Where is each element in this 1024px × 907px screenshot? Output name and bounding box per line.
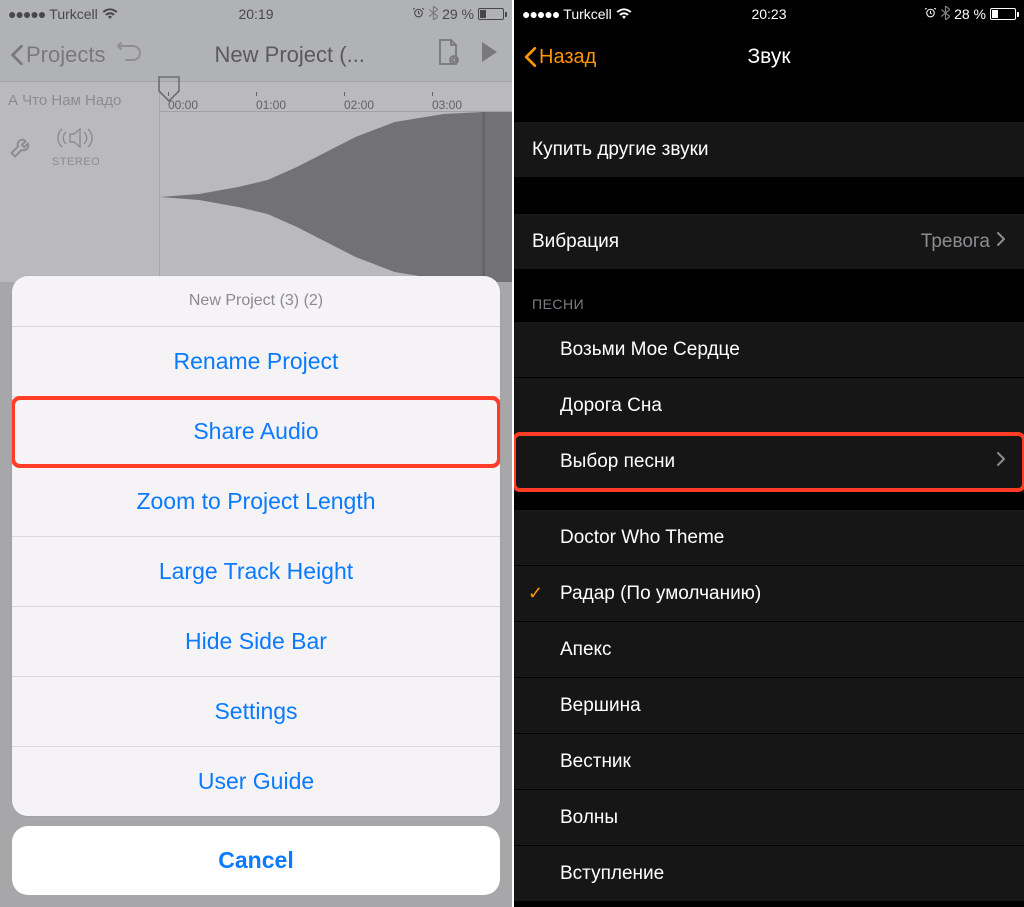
ruler-tick: 02:00	[344, 92, 374, 112]
row-value: Тревога	[921, 231, 990, 253]
signal-dots-icon: ●●●●●	[8, 6, 45, 22]
ringtone-row[interactable]: Doctor Who Theme	[514, 510, 1024, 566]
ringtone-row[interactable]: Волны	[514, 790, 1024, 846]
ringtone-row[interactable]: ✓Радар (По умолчанию)	[514, 566, 1024, 622]
status-bar: ●●●●● Turkcell 20:19 29 %	[0, 0, 512, 28]
sheet-item[interactable]: Zoom to Project Length	[12, 467, 500, 537]
chevron-right-icon	[996, 451, 1006, 473]
row-label: Вступление	[532, 863, 1006, 885]
row-label: Doctor Who Theme	[532, 527, 1006, 549]
row-label: Возьми Мое Сердце	[532, 339, 1006, 361]
track-area[interactable]: 00:00 01:00 02:00 03:00	[160, 82, 512, 282]
back-label: Назад	[539, 46, 596, 69]
ringtone-row[interactable]: Вершина	[514, 678, 1024, 734]
battery-percent: 29 %	[442, 6, 474, 22]
buy-sounds-row[interactable]: Купить другие звуки	[514, 122, 1024, 178]
project-title: New Project (...	[149, 42, 430, 68]
sheet-item[interactable]: Large Track Height	[12, 537, 500, 607]
action-sheet: New Project (3) (2) Rename ProjectShare …	[12, 276, 500, 895]
row-label: Дорога Сна	[532, 395, 1006, 417]
song-row[interactable]: Дорога Сна	[514, 378, 1024, 434]
carrier-label: Turkcell	[563, 6, 612, 22]
row-label: Вибрация	[532, 231, 921, 253]
waveform	[160, 112, 512, 282]
row-label: Волны	[532, 807, 1006, 829]
ringtone-row[interactable]: Вступление	[514, 846, 1024, 902]
sheet-item[interactable]: Share Audio	[12, 397, 500, 467]
battery-icon	[478, 8, 504, 20]
row-label: Вершина	[532, 695, 1006, 717]
alarm-icon	[924, 6, 937, 22]
check-icon: ✓	[528, 583, 543, 604]
row-label: Апекс	[532, 639, 1006, 661]
stereo-label: STEREO	[52, 156, 100, 168]
signal-dots-icon: ●●●●●	[522, 6, 559, 22]
ruler-tick: 00:00	[168, 92, 198, 112]
track-sidebar: А Что Нам Надо STEREO	[0, 82, 160, 282]
project-settings-icon[interactable]	[436, 38, 460, 71]
sheet-item[interactable]: Settings	[12, 677, 500, 747]
phone-right: ●●●●● Turkcell 20:23 28 % Назад Звук	[512, 0, 1024, 907]
chevron-right-icon	[996, 231, 1006, 253]
bluetooth-icon	[429, 6, 438, 23]
status-bar: ●●●●● Turkcell 20:23 28 %	[514, 0, 1024, 28]
track-name: А Что Нам Надо	[8, 92, 151, 109]
ringtone-row[interactable]: Апекс	[514, 622, 1024, 678]
time-ruler: 00:00 01:00 02:00 03:00	[160, 82, 512, 112]
row-label: Купить другие звуки	[532, 139, 1006, 161]
settings-list: Купить другие звуки Вибрация Тревога ПЕС…	[514, 86, 1024, 902]
undo-button[interactable]	[117, 41, 143, 68]
vibration-row[interactable]: Вибрация Тревога	[514, 214, 1024, 270]
speaker-icon[interactable]	[54, 127, 98, 153]
row-label: Вестник	[532, 751, 1006, 773]
wifi-icon	[616, 8, 632, 20]
battery-icon	[990, 8, 1016, 20]
back-button[interactable]: Projects	[10, 42, 105, 68]
phone-left: ●●●●● Turkcell 20:19 29 % Projects New	[0, 0, 512, 907]
alarm-icon	[412, 6, 425, 22]
sheet-title: New Project (3) (2)	[12, 276, 500, 327]
sheet-item[interactable]: Rename Project	[12, 327, 500, 397]
wifi-icon	[102, 8, 118, 20]
songs-header: ПЕСНИ	[514, 270, 1024, 322]
bluetooth-icon	[941, 6, 950, 23]
song-row[interactable]: Возьми Мое Сердце	[514, 322, 1024, 378]
back-label: Projects	[26, 42, 105, 68]
row-label: Выбор песни	[532, 451, 996, 473]
battery-percent: 28 %	[954, 6, 986, 22]
play-button[interactable]	[480, 41, 498, 68]
back-button[interactable]: Назад	[524, 46, 596, 69]
editor-toolbar: Projects New Project (...	[0, 28, 512, 82]
song-row[interactable]: Выбор песни	[514, 434, 1024, 490]
ruler-tick: 01:00	[256, 92, 286, 112]
nav-header: Назад Звук	[514, 28, 1024, 86]
ruler-tick: 03:00	[432, 92, 462, 112]
ringtone-row[interactable]: Вестник	[514, 734, 1024, 790]
row-label: Радар (По умолчанию)	[532, 583, 1006, 605]
timeline-area: А Что Нам Надо STEREO 00:00 01:0	[0, 82, 512, 282]
carrier-label: Turkcell	[49, 6, 98, 22]
sheet-item[interactable]: Hide Side Bar	[12, 607, 500, 677]
wrench-icon[interactable]	[8, 132, 36, 164]
cancel-button[interactable]: Cancel	[12, 826, 500, 895]
sheet-item[interactable]: User Guide	[12, 747, 500, 816]
